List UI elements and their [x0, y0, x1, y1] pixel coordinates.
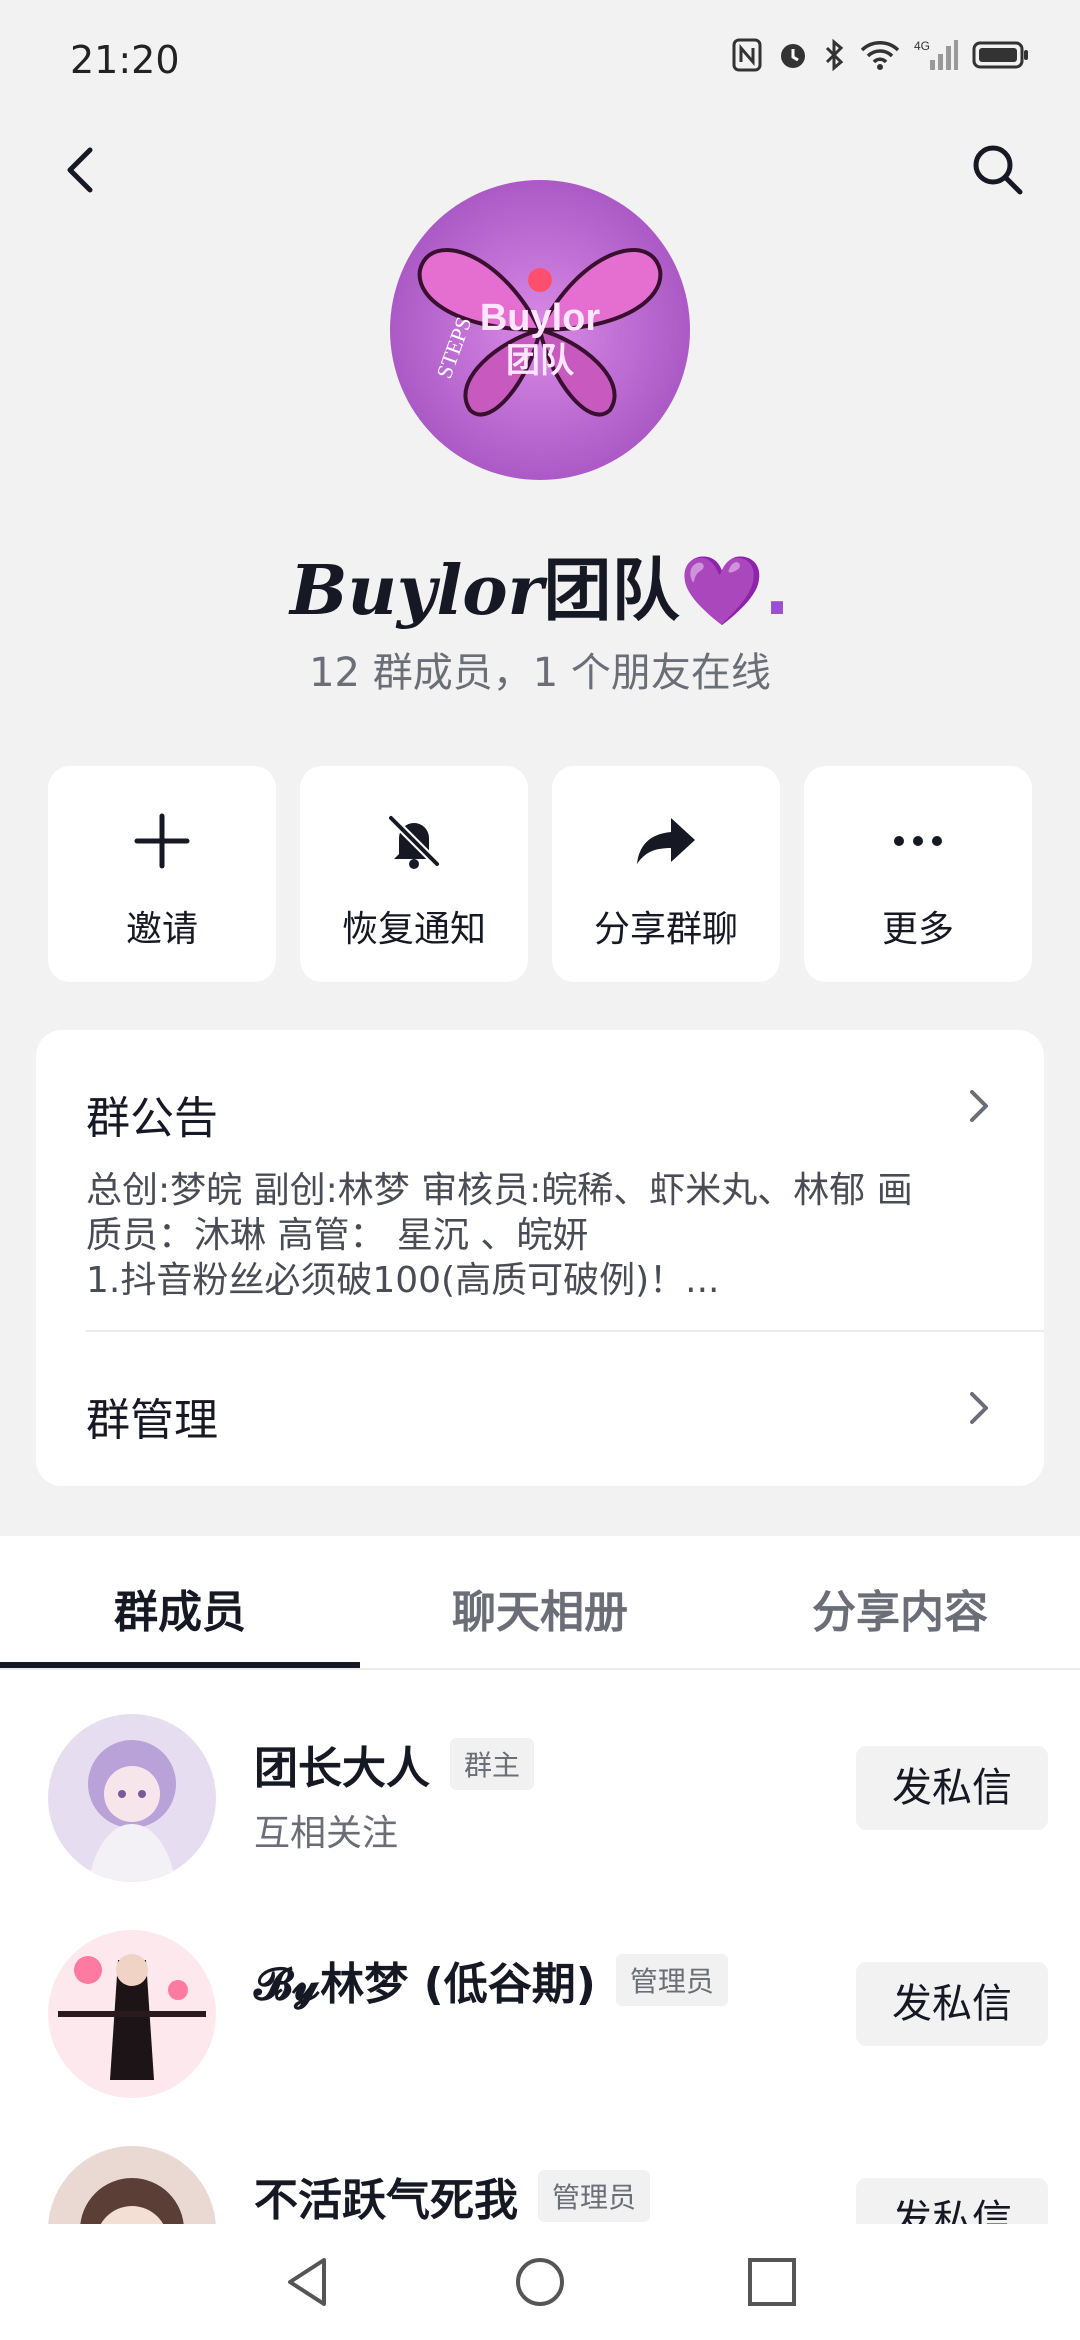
- member-name-text: 团长大人: [254, 1743, 430, 1794]
- members-panel: 群成员 聊天相册 分享内容 团长大人 群主 互相关注 发私信 𝓑𝔂林梦 (低谷期…: [0, 1536, 1080, 2314]
- bell-off-icon: [388, 815, 440, 869]
- action-row: 邀请 恢复通知 分享群聊 更多: [48, 766, 1032, 982]
- group-name-cjk: 团队: [543, 552, 680, 631]
- member-row[interactable]: 团长大人 群主 互相关注 发私信: [0, 1704, 1080, 1904]
- group-management-title: 群管理: [86, 1395, 218, 1446]
- invite-label: 邀请: [125, 909, 198, 950]
- send-message-button[interactable]: 发私信: [856, 1962, 1048, 2046]
- tab-chat-album[interactable]: 聊天相册: [360, 1576, 720, 1640]
- member-name: 𝓑𝔂林梦 (低谷期) 管理员: [254, 1948, 728, 2012]
- search-icon[interactable]: [966, 138, 1030, 202]
- member-name: 团长大人 群主: [254, 1732, 535, 1796]
- group-name: Buylor团队💜.: [0, 535, 1080, 634]
- avatar-logo-subtext: 团队: [506, 341, 575, 381]
- role-badge: 管理员: [538, 2170, 651, 2222]
- plus-icon: [134, 813, 190, 869]
- tab-bar: 群成员 聊天相册 分享内容: [0, 1536, 1080, 1670]
- group-notice-text: 总创:梦皖 副创:林梦 审核员:皖稀、虾米丸、林郁 画 质员：沐琳 高管： 星沉…: [86, 1168, 1016, 1303]
- alarm-icon: [781, 44, 805, 68]
- tab-members[interactable]: 群成员: [0, 1576, 360, 1640]
- member-name-text: 不活跃气死我: [254, 2175, 518, 2226]
- more-dots-icon: [894, 836, 942, 846]
- invite-button[interactable]: 邀请: [48, 766, 276, 982]
- group-name-suffix: 💜.: [679, 552, 790, 631]
- member-relation: 互相关注: [254, 1813, 399, 1854]
- group-info-card: 群公告 总创:梦皖 副创:林梦 审核员:皖稀、虾米丸、林郁 画 质员：沐琳 高管…: [36, 1030, 1044, 1486]
- unmute-label: 恢复通知: [341, 909, 486, 950]
- status-time: 21:20: [70, 38, 180, 82]
- signal-icon: 4G: [914, 39, 958, 70]
- more-button[interactable]: 更多: [804, 766, 1032, 982]
- chevron-right-icon: [970, 1090, 988, 1122]
- role-badge: 管理员: [615, 1954, 728, 2006]
- avatar[interactable]: [48, 1714, 216, 1882]
- share-group-button[interactable]: 分享群聊: [552, 766, 780, 982]
- nav-recents-icon[interactable]: [744, 2254, 800, 2310]
- group-name-latin: Buylor: [290, 551, 544, 631]
- nfc-icon: [732, 38, 762, 72]
- wifi-icon: [860, 41, 900, 70]
- chevron-right-icon: [970, 1392, 988, 1424]
- back-arrow-icon[interactable]: [50, 138, 114, 202]
- member-name: 不活跃气死我 管理员: [254, 2164, 651, 2228]
- group-avatar[interactable]: Buylor 团队 STEPS: [390, 180, 690, 480]
- bluetooth-icon: [825, 38, 844, 72]
- tab-shared-content[interactable]: 分享内容: [720, 1576, 1080, 1640]
- send-message-button[interactable]: 发私信: [856, 1746, 1048, 1830]
- more-label: 更多: [881, 909, 954, 950]
- tab-active-indicator: [0, 1662, 360, 1668]
- notice-line: 1.抖音粉丝必须破100(高质可破例)！...: [86, 1260, 720, 1301]
- member-name-text: 𝓑𝔂林梦 (低谷期): [254, 1959, 596, 2010]
- notice-line: 总创:梦皖 副创:林梦 审核员:皖稀、虾米丸、林郁 画: [86, 1170, 913, 1211]
- unmute-button[interactable]: 恢复通知: [300, 766, 528, 982]
- role-badge: 群主: [450, 1738, 535, 1790]
- share-group-label: 分享群聊: [593, 909, 738, 950]
- member-row[interactable]: 𝓑𝔂林梦 (低谷期) 管理员 发私信: [0, 1920, 1080, 2120]
- share-arrow-icon: [637, 818, 695, 864]
- divider: [86, 1330, 1044, 1332]
- svg-text:4G: 4G: [914, 39, 930, 53]
- group-notice-title: 群公告: [86, 1093, 218, 1144]
- status-bar: 21:20 4G: [0, 0, 1080, 120]
- status-icons: 4G: [732, 38, 1030, 72]
- system-nav-bar: [0, 2224, 1080, 2340]
- battery-icon: [972, 41, 1028, 69]
- nav-back-icon[interactable]: [280, 2254, 336, 2310]
- avatar-logo-text: Buylor: [480, 297, 601, 339]
- group-member-count: 12 群成员，1 个朋友在线: [309, 650, 771, 696]
- nav-home-icon[interactable]: [512, 2254, 568, 2310]
- avatar[interactable]: [48, 1930, 216, 2098]
- notice-line: 质员：沐琳 高管： 星沉 、皖妍: [86, 1215, 589, 1256]
